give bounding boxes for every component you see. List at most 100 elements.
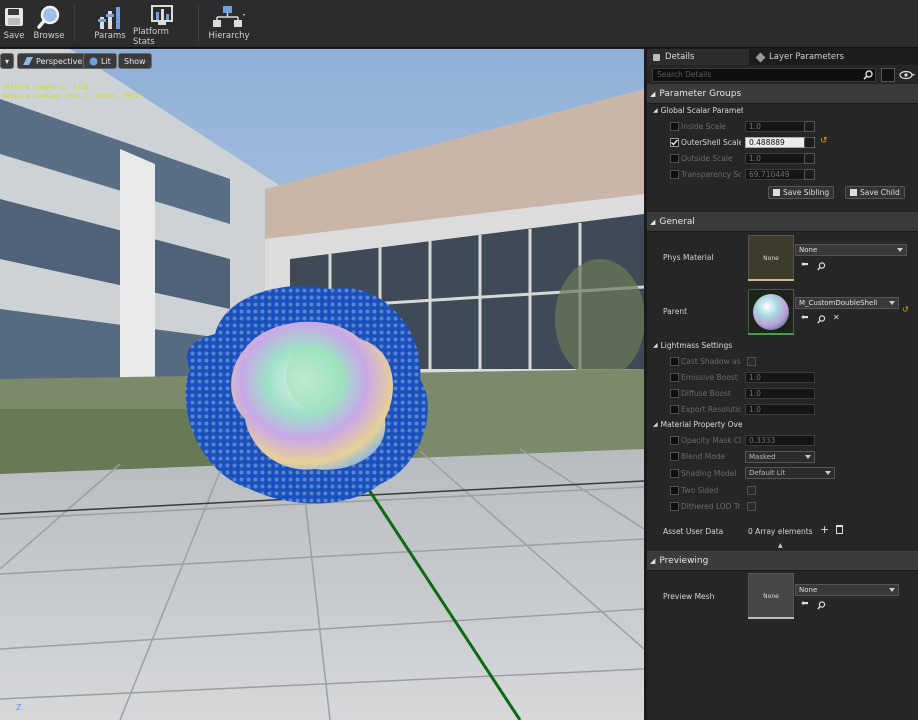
save-sibling-button[interactable]: Save Sibling bbox=[768, 186, 835, 199]
search-input[interactable]: Search Details bbox=[652, 68, 876, 82]
dithered-lod-checkbox[interactable] bbox=[747, 502, 756, 511]
diffuse-boost-field[interactable]: 1.0 bbox=[745, 388, 815, 399]
phys-material-thumbnail[interactable]: None bbox=[748, 235, 794, 281]
shading-model-override-checkbox[interactable] bbox=[670, 469, 679, 478]
opacity-mask-clip-label: Opacity Mask Clip Value bbox=[681, 436, 741, 445]
cast-shadow-masked-checkbox[interactable] bbox=[747, 357, 756, 366]
phys-material-value: None bbox=[799, 246, 818, 254]
preview-viewport[interactable]: ▾ Perspective Lit Show Texture samplers:… bbox=[0, 49, 644, 720]
export-resolution-scale-override-checkbox[interactable] bbox=[670, 405, 679, 414]
lit-button[interactable]: Lit bbox=[83, 53, 117, 69]
opacity-mask-clip-field[interactable]: 0.3333 bbox=[745, 435, 815, 446]
show-button[interactable]: Show bbox=[118, 53, 152, 69]
perspective-button[interactable]: Perspective bbox=[17, 53, 89, 69]
outside-scale-label: Outside Scale bbox=[681, 154, 733, 163]
property-matrix-icon[interactable] bbox=[881, 68, 895, 82]
tab-layer-parameters-label: Layer Parameters bbox=[769, 52, 845, 62]
use-selected-arrow-icon[interactable]: ⬅ bbox=[801, 313, 809, 323]
save-label: Save bbox=[3, 31, 25, 41]
add-element-icon[interactable]: + bbox=[820, 523, 829, 536]
two-sided-checkbox[interactable] bbox=[747, 486, 756, 495]
chevron-down-icon bbox=[805, 455, 811, 459]
perspective-label: Perspective bbox=[36, 56, 83, 66]
browse-arrow-icon[interactable] bbox=[804, 137, 815, 148]
use-selected-arrow-icon[interactable]: ⬅ bbox=[801, 599, 809, 609]
hierarchy-button[interactable]: Hierarchy bbox=[207, 3, 251, 45]
general-header[interactable]: ◢ General bbox=[647, 212, 918, 232]
show-label: Show bbox=[124, 56, 146, 66]
chevron-down-icon bbox=[897, 248, 903, 252]
details-icon bbox=[653, 53, 660, 61]
collapse-arrow-icon: ◢ bbox=[650, 89, 656, 98]
previewing-title: Previewing bbox=[659, 555, 709, 566]
use-selected-arrow-icon[interactable]: ⬅ bbox=[801, 260, 809, 270]
browse-button[interactable]: Browse bbox=[33, 3, 65, 45]
asset-color-bar bbox=[748, 333, 794, 335]
blend-mode-override-checkbox[interactable] bbox=[670, 452, 679, 461]
emissive-boost-override-checkbox[interactable] bbox=[670, 373, 679, 382]
save-icon bbox=[773, 189, 780, 196]
outershell-scale-checkbox[interactable] bbox=[670, 138, 679, 147]
axis-indicator: Z bbox=[16, 703, 22, 712]
viewport-menu-button[interactable]: ▾ bbox=[0, 53, 14, 69]
tab-details[interactable]: Details bbox=[647, 49, 749, 65]
two-sided-override-checkbox[interactable] bbox=[670, 486, 679, 495]
hierarchy-label: Hierarchy bbox=[208, 31, 250, 41]
reset-to-default-icon[interactable]: ↺ bbox=[902, 305, 909, 314]
save-child-button[interactable]: Save Child bbox=[845, 186, 905, 199]
reset-to-default-icon[interactable]: ↺ bbox=[820, 136, 828, 146]
search-icon bbox=[37, 3, 61, 31]
search-icon[interactable] bbox=[863, 70, 873, 80]
save-button[interactable]: Save bbox=[3, 3, 25, 45]
cast-shadow-masked-override-checkbox[interactable] bbox=[670, 357, 679, 366]
clear-icon[interactable]: ✕ bbox=[833, 313, 840, 322]
phys-material-label: Phys Material bbox=[663, 253, 714, 262]
material-property-overrides-group[interactable]: ◢ Material Property Overrides bbox=[653, 420, 743, 429]
collapse-arrow-icon: ◢ bbox=[653, 342, 658, 349]
emissive-boost-field[interactable]: 1.0 bbox=[745, 372, 815, 383]
platform-stats-label: Platform Stats bbox=[133, 27, 169, 47]
lightmass-settings-group[interactable]: ◢ Lightmass Settings bbox=[653, 341, 732, 350]
emissive-boost-label: Emissive Boost bbox=[681, 373, 738, 382]
phys-material-dropdown[interactable]: None bbox=[795, 244, 907, 256]
global-scalar-label: Global Scalar Parameter Values bbox=[660, 106, 743, 115]
browse-arrow-icon[interactable] bbox=[804, 121, 815, 132]
search-icon[interactable] bbox=[817, 262, 826, 271]
export-resolution-scale-field[interactable]: 1.0 bbox=[745, 404, 815, 415]
params-button[interactable]: Params bbox=[93, 3, 127, 45]
eye-icon[interactable] bbox=[899, 70, 915, 80]
diffuse-boost-override-checkbox[interactable] bbox=[670, 389, 679, 398]
preview-mesh-thumbnail[interactable]: None bbox=[748, 573, 794, 619]
dithered-lod-override-checkbox[interactable] bbox=[670, 502, 679, 511]
inside-scale-checkbox[interactable] bbox=[670, 122, 679, 131]
trash-icon[interactable] bbox=[836, 525, 843, 534]
checkmark-icon bbox=[671, 139, 679, 146]
search-icon[interactable] bbox=[817, 601, 826, 610]
browse-arrow-icon[interactable] bbox=[804, 169, 815, 180]
global-scalar-group[interactable]: ◢ Global Scalar Parameter Values bbox=[653, 106, 743, 115]
export-resolution-scale-label: Export Resolution Scale bbox=[681, 405, 741, 414]
preview-mesh-dropdown[interactable]: None bbox=[795, 584, 899, 596]
outside-scale-checkbox[interactable] bbox=[670, 154, 679, 163]
previewing-header[interactable]: ◢ Previewing bbox=[647, 551, 918, 571]
search-icon[interactable] bbox=[817, 315, 826, 324]
parent-dropdown[interactable]: M_CustomDoubleShell bbox=[795, 297, 899, 309]
transparency-scale-checkbox[interactable] bbox=[670, 170, 679, 179]
browse-arrow-icon[interactable] bbox=[804, 153, 815, 164]
hierarchy-icon bbox=[212, 3, 246, 31]
shading-model-dropdown[interactable]: Default Lit bbox=[745, 467, 835, 479]
parameter-groups-header[interactable]: ◢ Parameter Groups bbox=[647, 84, 918, 104]
parent-thumbnail[interactable] bbox=[748, 289, 794, 335]
save-icon bbox=[4, 3, 24, 31]
tab-layer-parameters[interactable]: Layer Parameters bbox=[751, 49, 861, 65]
chevron-down-icon bbox=[889, 301, 895, 305]
cast-shadow-masked-label: Cast Shadow as Masked bbox=[681, 357, 741, 366]
diffuse-boost-label: Diffuse Boost bbox=[681, 389, 731, 398]
opacity-mask-clip-override-checkbox[interactable] bbox=[670, 436, 679, 445]
advanced-expand-icon[interactable]: ▲ bbox=[778, 542, 783, 549]
platform-stats-button[interactable]: Platform Stats bbox=[133, 3, 191, 47]
collapse-arrow-icon: ◢ bbox=[650, 556, 656, 565]
blend-mode-dropdown[interactable]: Masked bbox=[745, 451, 815, 463]
asset-color-bar bbox=[748, 617, 794, 619]
viewport-scene bbox=[0, 49, 644, 720]
